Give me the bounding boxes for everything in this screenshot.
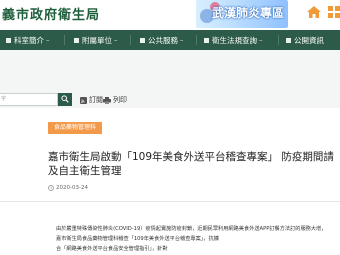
nav-item-public-services[interactable]: 公共服務 – bbox=[140, 30, 184, 50]
sub-bar bbox=[0, 50, 340, 90]
subscribe-link[interactable]: 訂閱 bbox=[80, 95, 103, 105]
print-link[interactable]: 列印 bbox=[103, 95, 127, 105]
divider bbox=[0, 201, 340, 202]
print-icon bbox=[103, 96, 111, 104]
nav-item-label: 科室簡介 bbox=[14, 35, 44, 45]
nav-item-regulations[interactable]: 衛生法規查詢 – bbox=[204, 30, 263, 50]
article-title-line: 及自主衛生管理 bbox=[48, 165, 122, 177]
covid-banner[interactable]: 武漢肺炎專區 bbox=[196, 0, 288, 28]
square-icon bbox=[6, 37, 11, 43]
nav-divider bbox=[278, 35, 279, 45]
article-title-line: 嘉市衛生局啟動「109年美食外送平台稽查專案」 防疫期間請 bbox=[48, 151, 334, 163]
nav-item-affiliates[interactable]: 附屬單位 – bbox=[74, 30, 118, 50]
chevron-icon: – bbox=[114, 36, 118, 44]
home-icon[interactable] bbox=[306, 5, 322, 19]
nav-item-departments[interactable]: 科室簡介 – bbox=[6, 30, 50, 50]
nav-divider bbox=[130, 35, 131, 45]
article-body: 由於嚴重特殊傳染性肺炎(COVID-19）疫情起實施防疫封鎖，近期民眾利用網路美… bbox=[56, 224, 340, 254]
rss-icon bbox=[80, 96, 87, 104]
main-nav: 科室簡介 – 附屬單位 – 公共服務 – 衛生法規查詢 – 公開資訊 bbox=[0, 30, 340, 50]
square-icon bbox=[204, 37, 209, 43]
nav-item-label: 附屬單位 bbox=[82, 35, 112, 45]
banner-text: 武漢肺炎專區 bbox=[212, 6, 285, 20]
menu-icon[interactable] bbox=[328, 5, 340, 19]
site-title[interactable]: 義市政府衛生局 bbox=[2, 4, 100, 23]
article-date: 2020-03-24 bbox=[48, 185, 88, 191]
nav-item-label: 衛生法規查詢 bbox=[212, 35, 257, 45]
article-body-line: 合「網路美食外送平台食品安全管理指引」，針對 bbox=[56, 246, 168, 252]
search-icon bbox=[61, 95, 69, 103]
article-date-text: 2020-03-24 bbox=[56, 185, 88, 191]
nav-divider bbox=[64, 35, 65, 45]
article-body-line: 嘉市衛生局食品藥物管理科稽查「109年美食外送平台稽查專案」，抗擴 bbox=[56, 236, 219, 242]
article-body-line: 由於嚴重特殊傳染性肺炎(COVID-19）疫情起實施防疫封鎖，近期民眾利用網路美… bbox=[56, 226, 327, 232]
subscribe-label: 訂閱 bbox=[89, 96, 103, 104]
article-title: 嘉市衛生局啟動「109年美食外送平台稽查專案」 防疫期間請 及自主衛生管理 bbox=[48, 150, 340, 178]
square-icon bbox=[286, 37, 291, 43]
print-label: 列印 bbox=[113, 96, 127, 104]
site-header: 義市政府衛生局 武漢肺炎專區 bbox=[0, 0, 340, 30]
category-badge[interactable]: 食品藥物管理科 bbox=[48, 122, 103, 134]
nav-item-label: 公共服務 bbox=[148, 35, 178, 45]
nav-item-label: 公開資訊 bbox=[294, 35, 324, 45]
clock-icon bbox=[48, 185, 54, 191]
square-icon bbox=[74, 37, 79, 43]
chevron-icon: – bbox=[46, 36, 50, 44]
nav-item-public-info[interactable]: 公開資訊 bbox=[286, 30, 324, 50]
nav-divider bbox=[196, 35, 197, 45]
square-icon bbox=[140, 37, 145, 43]
chevron-icon: – bbox=[180, 36, 184, 44]
chevron-icon: – bbox=[259, 36, 263, 44]
search-button[interactable] bbox=[58, 93, 72, 106]
search-input[interactable]: 字 bbox=[0, 93, 58, 106]
